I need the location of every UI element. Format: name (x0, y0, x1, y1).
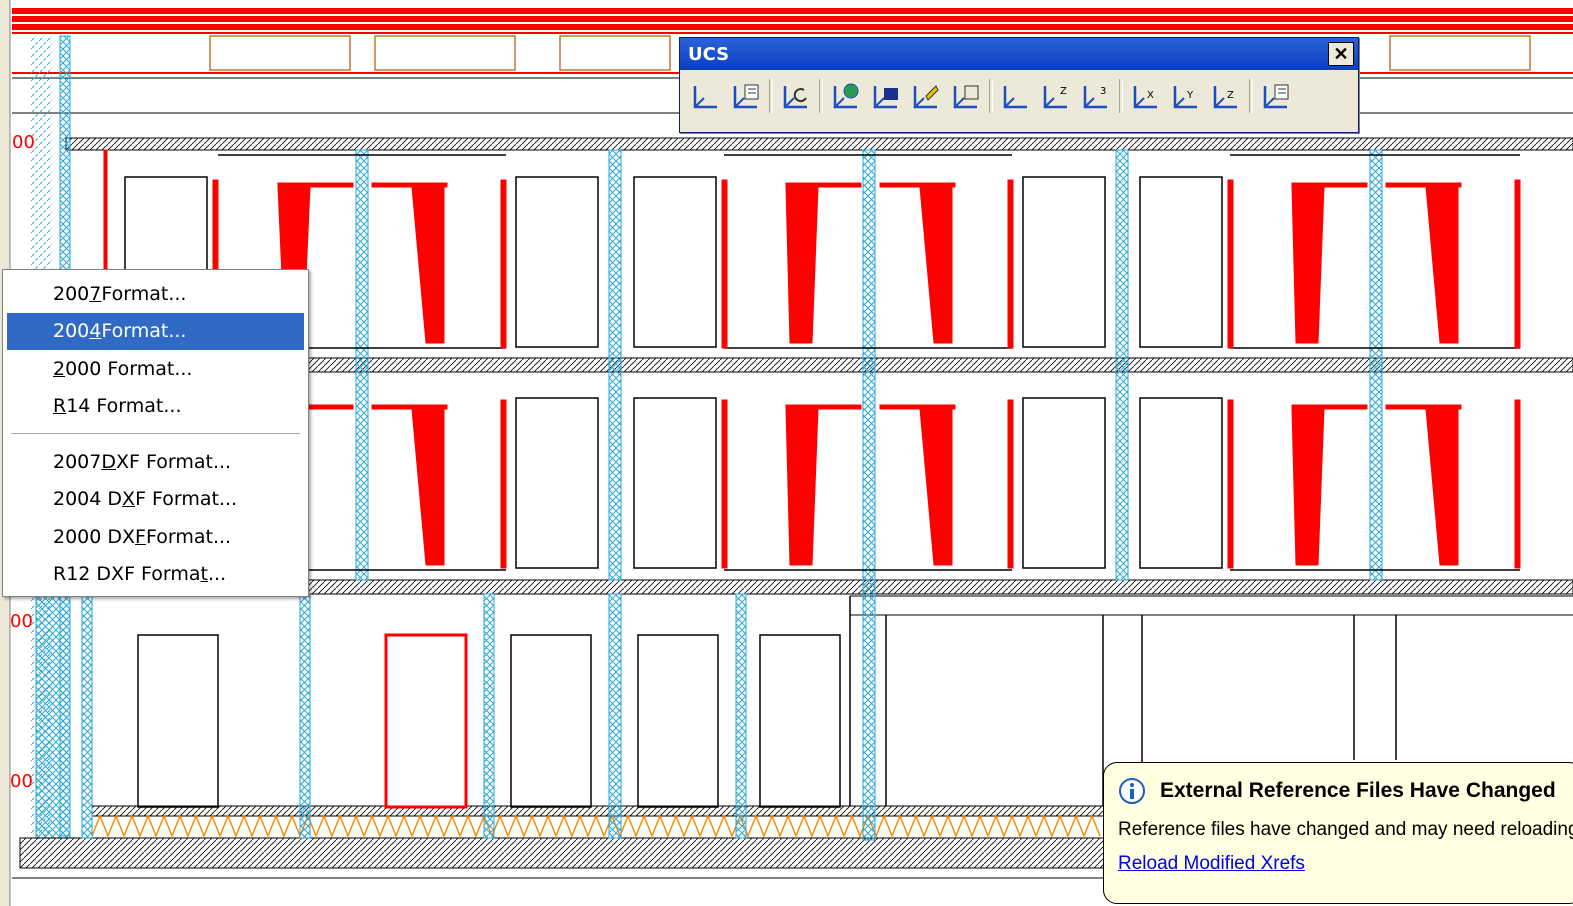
menu-item-label-part: 000 Format... (65, 357, 193, 380)
y-axis-rotate-ucs-button[interactable]: Y (1166, 78, 1206, 114)
red-door (384, 633, 468, 809)
z-axis-vector-ucs-icon: Z (1043, 86, 1067, 109)
svg-text:X: X (1147, 90, 1154, 101)
menu-item[interactable]: 200 7 Format... (7, 275, 304, 313)
x-axis-rotate-ucs-icon: X (1133, 86, 1157, 109)
ucs-button[interactable] (686, 78, 726, 114)
z-axis-rotate-ucs-button[interactable]: Z (1206, 78, 1246, 114)
z-axis-rotate-ucs-icon: Z (1213, 86, 1237, 109)
menu-item[interactable]: R 14 Format... (7, 388, 304, 426)
menu-item-label-part: Format... (145, 525, 232, 548)
svg-text:00: 00 (12, 132, 35, 153)
menu-item-label-part: 2000 DX (53, 525, 136, 548)
face-ucs-button[interactable] (906, 78, 946, 114)
svg-text:3: 3 (1100, 86, 1106, 97)
toolbar-separator (769, 79, 773, 113)
menu-item[interactable]: 2 000 Format... (7, 350, 304, 388)
balloon-title: External Reference Files Have Changed (1160, 779, 1556, 802)
menu-item[interactable]: R12 DXF Forma t... (7, 556, 304, 594)
ucs-toolbar-buttons: Z 3 X Y Z (680, 70, 1358, 122)
menu-item-label-part: R12 DXF Forma (53, 563, 201, 586)
menu-item-label-part: D (101, 450, 116, 473)
ucs-icon (693, 86, 717, 109)
menu-item-label-part: 200 (53, 320, 90, 343)
object-ucs-button[interactable] (866, 78, 906, 114)
menu-item-label-part: F (135, 525, 146, 548)
apply-ucs-icon (1263, 84, 1289, 109)
menu-item-label-part: X (122, 488, 136, 511)
menu-item[interactable]: 2007 D XF Format... (7, 443, 304, 481)
3-point-ucs-icon: 3 (1083, 86, 1107, 109)
origin-ucs-icon (1003, 86, 1027, 109)
menu-separator (11, 433, 300, 434)
svg-text:00: 00 (10, 611, 33, 632)
display-ucs-dialog-button[interactable] (726, 78, 766, 114)
menu-item-label-part: t (200, 563, 208, 586)
z-axis-vector-ucs-button[interactable]: Z (1036, 78, 1076, 114)
menu-item-label-part: R (53, 395, 67, 418)
world-ucs-icon (833, 83, 859, 109)
menu-item-label-part: Format... (101, 282, 187, 305)
face-ucs-icon (913, 85, 939, 109)
display-ucs-dialog-icon (733, 84, 759, 109)
svg-text:Y: Y (1186, 90, 1194, 101)
toolbar-separator (1119, 79, 1123, 113)
menu-item-label-part: Format... (101, 320, 187, 343)
menu-item-label-part: 4 (89, 320, 102, 343)
save-format-menu: 200 7 Format... 200 4 Format... 2 000 Format.… (2, 269, 309, 597)
ucs-toolbar[interactable]: UCS ✕ Z 3 X Y Z (679, 37, 1359, 133)
balloon-message: Reference files have changed and may nee… (1118, 819, 1573, 840)
ucs-toolbar-title: UCS (688, 43, 730, 65)
insulation (91, 813, 1101, 839)
ucs-previous-button[interactable] (776, 78, 816, 114)
object-ucs-icon (873, 86, 898, 109)
svg-text:00: 00 (10, 771, 33, 792)
3-point-ucs-button[interactable]: 3 (1076, 78, 1116, 114)
reload-modified-xrefs-link[interactable]: Reload Modified Xrefs (1118, 853, 1305, 875)
view-ucs-button[interactable] (946, 78, 986, 114)
world-ucs-button[interactable] (826, 78, 866, 114)
menu-item-label-part: XF Format... (116, 450, 232, 473)
menu-item-label-part: 7 (89, 282, 102, 305)
origin-ucs-button[interactable] (996, 78, 1036, 114)
ucs-toolbar-titlebar[interactable]: UCS ✕ (680, 38, 1358, 70)
toolbar-separator (1249, 79, 1253, 113)
svg-text:Z: Z (1227, 90, 1234, 101)
y-axis-rotate-ucs-icon: Y (1173, 86, 1197, 109)
info-icon (1119, 778, 1145, 804)
menu-item-label-part: 2 (53, 357, 66, 380)
close-icon: ✕ (1333, 43, 1349, 64)
menu-item-label-part: ... (208, 563, 227, 586)
menu-item-label-part: 200 (53, 282, 90, 305)
svg-text:Z: Z (1060, 86, 1067, 97)
xref-notification-balloon[interactable]: External Reference Files Have Changed Re… (1103, 762, 1573, 904)
toolbar-separator (989, 79, 993, 113)
close-button[interactable]: ✕ (1328, 42, 1354, 66)
x-axis-rotate-ucs-button[interactable]: X (1126, 78, 1166, 114)
menu-item[interactable]: 2000 DX F Format... (7, 518, 304, 556)
view-ucs-icon (953, 85, 979, 109)
menu-item[interactable]: 2004 DXF Format... (7, 481, 304, 519)
menu-item-label-part: F Format... (135, 488, 238, 511)
toolbar-separator (819, 79, 823, 113)
menu-item[interactable]: 200 4 Format... (7, 312, 304, 350)
menu-item-label-part: 2007 (53, 450, 102, 473)
menu-item-label-part: 14 Format... (66, 395, 182, 418)
apply-ucs-button[interactable] (1256, 78, 1296, 114)
menu-item-label-part: 2004 D (53, 488, 123, 511)
ucs-previous-icon (783, 86, 807, 109)
